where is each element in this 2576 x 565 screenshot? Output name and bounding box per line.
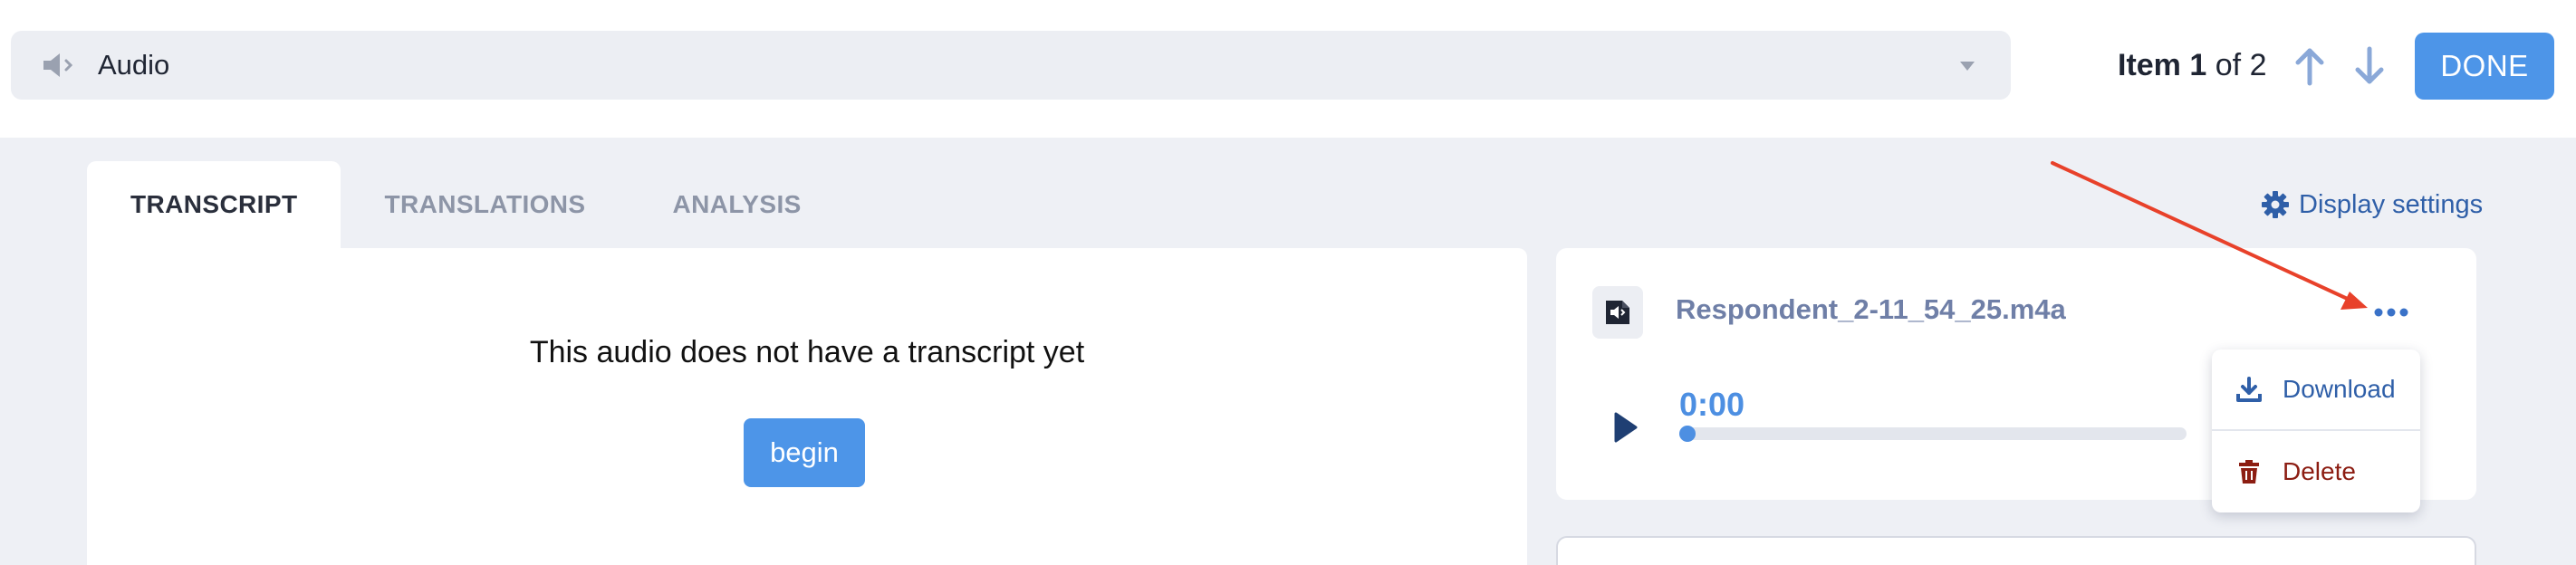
transcript-panel: This audio does not have a transcript ye… (87, 248, 1527, 565)
menu-item-download[interactable]: Download (2212, 350, 2420, 431)
audio-file-name: Respondent_2-11_54_25.m4a (1676, 293, 2066, 325)
main-content: TRANSCRIPT TRANSLATIONS ANALYSIS Display… (0, 138, 2576, 565)
more-options-icon[interactable] (2371, 299, 2411, 326)
next-item-arrow-down-icon[interactable] (2350, 45, 2389, 87)
menu-item-download-label: Download (2283, 375, 2396, 403)
secondary-card (1556, 536, 2476, 565)
no-transcript-message: This audio does not have a transcript ye… (529, 335, 1085, 369)
tab-bar: TRANSCRIPT TRANSLATIONS ANALYSIS (87, 161, 802, 248)
top-bar: Audio Item 1 of 2 DONE (0, 0, 2576, 138)
menu-item-delete-label: Delete (2283, 457, 2356, 485)
question-select[interactable]: Audio (11, 31, 2011, 100)
gear-icon (2262, 191, 2289, 218)
speaker-icon (43, 53, 73, 77)
file-options-menu: Download Delete (2212, 350, 2420, 512)
previous-item-arrow-up-icon[interactable] (2290, 45, 2330, 87)
tab-transcript[interactable]: TRANSCRIPT (87, 161, 341, 248)
item-counter-of: of (2215, 48, 2242, 82)
done-button[interactable]: DONE (2415, 33, 2554, 100)
begin-button[interactable]: begin (744, 418, 865, 487)
question-select-label: Audio (98, 49, 170, 81)
audio-file-glyph-icon (1606, 301, 1629, 324)
tab-analysis[interactable]: ANALYSIS (673, 161, 802, 248)
tab-translations[interactable]: TRANSLATIONS (384, 161, 585, 248)
chevron-down-icon (1960, 62, 1975, 71)
trash-icon (2239, 460, 2259, 484)
download-icon (2236, 377, 2262, 402)
play-icon[interactable] (1612, 411, 1639, 444)
display-settings-link[interactable]: Display settings (2261, 187, 2483, 223)
audio-file-icon (1592, 286, 1643, 339)
item-counter: Item 1 of 2 (2118, 45, 2266, 85)
audio-current-time: 0:00 (1679, 386, 1745, 423)
menu-item-delete[interactable]: Delete (2212, 431, 2420, 512)
item-counter-current: 1 (2189, 48, 2207, 82)
audio-progress-track[interactable] (1679, 427, 2187, 440)
audio-progress-knob[interactable] (1679, 426, 1696, 442)
item-counter-total: 2 (2249, 48, 2267, 82)
display-settings-label: Display settings (2299, 189, 2484, 219)
item-counter-prefix: Item (2118, 48, 2181, 82)
